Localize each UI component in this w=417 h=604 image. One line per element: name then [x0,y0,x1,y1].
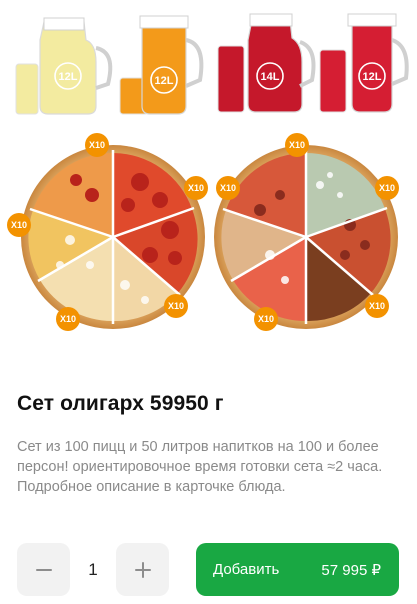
berry-juice-jug-icon: 14L [217,13,316,113]
svg-text:X10: X10 [188,183,204,193]
svg-text:X10: X10 [220,183,236,193]
product-image: 12L 12L 14L 12L X10 X10 X10 X10 X10 X10 … [0,0,417,348]
x10-badge: X10 [216,176,240,200]
x10-badge: X10 [85,133,109,157]
x10-badge: X10 [164,294,188,318]
svg-text:X10: X10 [289,140,305,150]
jug-1-volume: 12L [59,71,78,83]
jug-2-volume: 12L [155,75,174,87]
x10-badge: X10 [7,213,31,237]
increase-quantity-button[interactable] [116,543,169,596]
product-description: Сет из 100 пицц и 50 литров напитков на … [17,439,383,495]
add-to-cart-label: Добавить [213,561,280,578]
product-title: Сет олигарх 59950 г [17,392,224,415]
add-to-cart-price: 57 995 ₽ [321,561,381,579]
x10-badge: X10 [254,307,278,331]
svg-text:X10: X10 [379,183,395,193]
x10-badge: X10 [375,176,399,200]
svg-text:X10: X10 [168,301,184,311]
x10-badge: X10 [285,133,309,157]
quantity-value: 1 [88,559,98,579]
lemonade-jug-icon: 12L [15,17,113,115]
orange-juice-jug-icon: 12L [119,15,204,115]
add-to-cart-button[interactable]: Добавить 57 995 ₽ [196,543,399,596]
decrease-quantity-button[interactable] [17,543,70,596]
svg-text:X10: X10 [11,220,27,230]
jug-3-volume: 14L [261,71,280,83]
x10-badge: X10 [184,176,208,200]
svg-text:X10: X10 [369,301,385,311]
svg-text:X10: X10 [60,314,76,324]
jug-4-volume: 12L [363,71,382,83]
minus-icon [35,568,52,571]
cherry-juice-jug-icon: 12L [319,13,409,113]
svg-text:X10: X10 [258,314,274,324]
x10-badge: X10 [365,294,389,318]
plus-icon-vertical [141,561,144,578]
svg-text:X10: X10 [89,140,105,150]
x10-badge: X10 [56,307,80,331]
